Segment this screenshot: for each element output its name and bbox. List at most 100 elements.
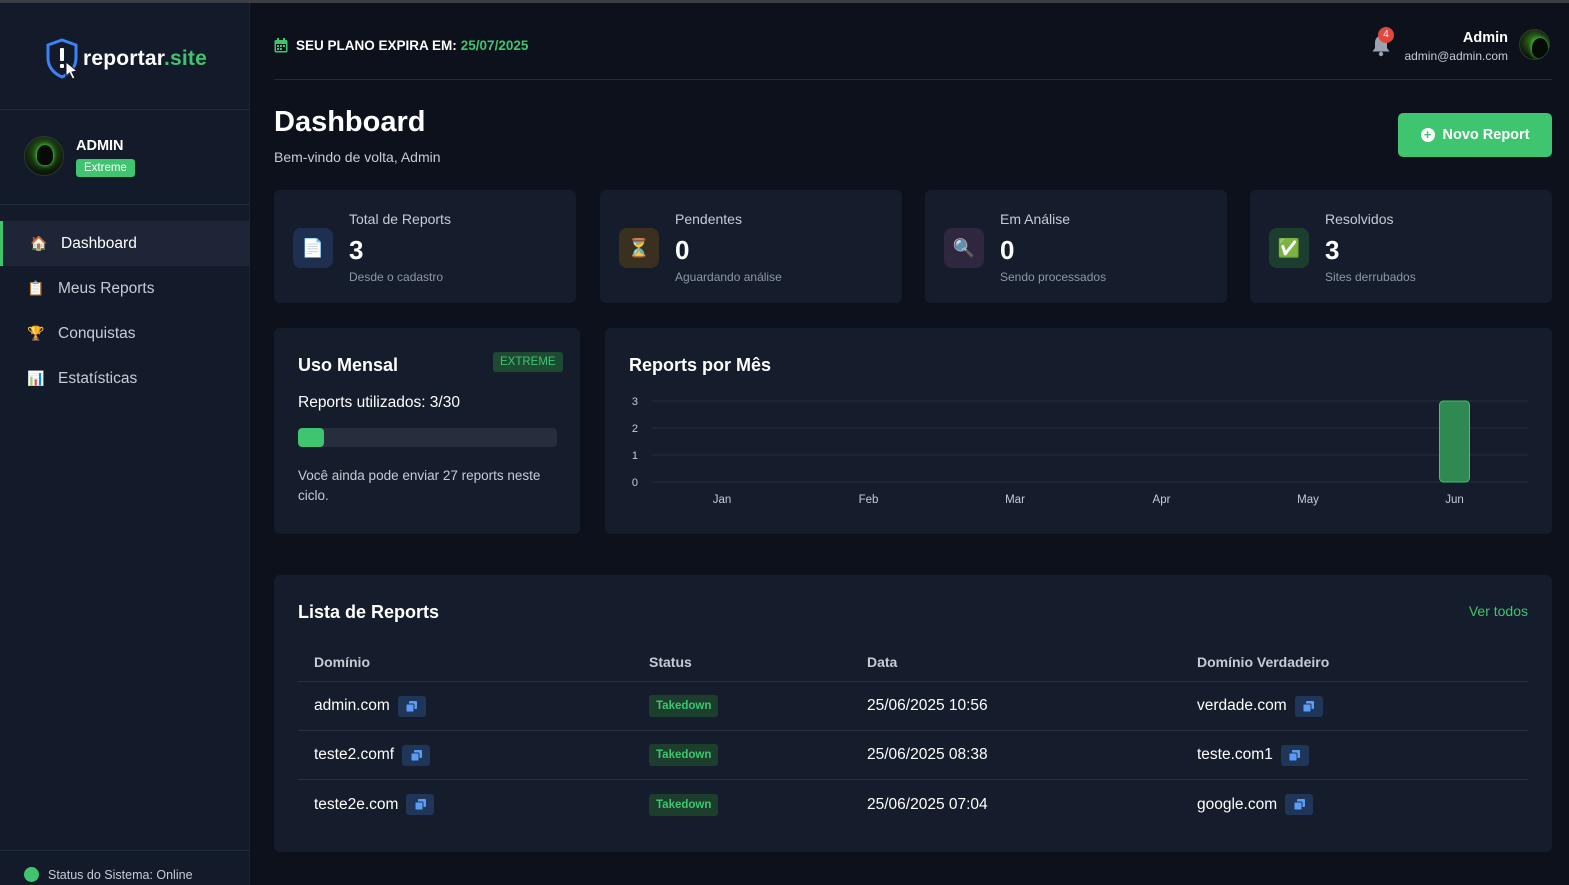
header-avatar[interactable] xyxy=(1519,29,1550,60)
usage-progress-fill xyxy=(298,428,324,447)
stat-label: Total de Reports xyxy=(349,211,451,227)
stat-card-resolvidos: ✅ Resolvidos 3 Sites derrubados xyxy=(1250,190,1552,303)
reports-list-card: Lista de Reports Ver todos Domínio Statu… xyxy=(274,575,1552,852)
stat-value: 3 xyxy=(1325,235,1340,265)
x-tick-label: Jun xyxy=(1445,494,1464,506)
stat-value: 0 xyxy=(675,235,690,265)
system-status-text: Status do Sistema: Online xyxy=(48,867,193,882)
system-status: Status do Sistema: Online xyxy=(24,867,193,882)
status-badge: Takedown xyxy=(649,793,719,816)
status-badge: Takedown xyxy=(649,695,719,717)
plan-expiry-date: 25/07/2025 xyxy=(460,38,529,53)
true-domain-cell: google.com xyxy=(1197,795,1278,813)
sidebar-item-meus-reports[interactable]: 📋 Meus Reports xyxy=(0,266,250,311)
sidebar-item-estatisticas[interactable]: 📊 Estatísticas xyxy=(0,356,250,401)
y-tick-label: 2 xyxy=(632,423,638,435)
date-cell: 25/06/2025 07:04 xyxy=(867,795,988,813)
y-tick-label: 0 xyxy=(632,477,638,489)
stat-card-em-analise: 🔍 Em Análise 0 Sendo processados xyxy=(925,190,1227,303)
header-user[interactable]: Admin admin@admin.com xyxy=(1404,30,1508,63)
new-report-button[interactable]: + Novo Report xyxy=(1398,113,1552,157)
avatar xyxy=(24,136,64,176)
copy-icon[interactable] xyxy=(406,794,435,815)
stat-label: Em Análise xyxy=(1000,211,1071,227)
list-title: Lista de Reports xyxy=(298,602,440,622)
header-divider xyxy=(274,79,1552,80)
column-header-status[interactable]: Status xyxy=(649,642,692,681)
table-header: Domínio Status Data Domínio Verdadeiro xyxy=(298,642,1528,682)
stat-label: Resolvidos xyxy=(1325,211,1394,227)
domain-cell: teste2e.com xyxy=(314,795,399,813)
x-tick-label: Feb xyxy=(859,494,879,506)
stat-value: 3 xyxy=(349,235,364,265)
column-header-true-domain[interactable]: Domínio Verdadeiro xyxy=(1197,642,1329,681)
usage-plan-badge: EXTREME xyxy=(493,352,563,372)
check-icon: ✅ xyxy=(1269,228,1309,268)
user-name: ADMIN xyxy=(76,138,124,154)
copy-icon[interactable] xyxy=(1280,744,1309,766)
table-row[interactable]: admin.com Takedown 25/06/2025 10:56 verd… xyxy=(298,682,1528,731)
brand-name-part1: reportar xyxy=(83,47,164,70)
sidebar-item-label: Meus Reports xyxy=(58,279,155,297)
plan-expiry-label: SEU PLANO EXPIRA EM: xyxy=(296,38,457,53)
sidebar-divider xyxy=(0,109,250,110)
stat-subtext: Sites derrubados xyxy=(1325,270,1416,284)
trophy-icon: 🏆 xyxy=(27,325,45,341)
sidebar: reportar.site ADMIN Extreme 🏠 Dashboard … xyxy=(0,3,250,885)
monthly-usage-card: Uso Mensal EXTREME Reports utilizados: 3… xyxy=(274,328,580,534)
y-tick-label: 1 xyxy=(632,450,638,462)
column-header-domain[interactable]: Domínio xyxy=(314,642,370,681)
sidebar-user: ADMIN Extreme xyxy=(24,136,135,177)
true-domain-cell: verdade.com xyxy=(1197,697,1287,714)
copy-icon[interactable] xyxy=(1294,695,1323,717)
stat-subtext: Sendo processados xyxy=(1000,270,1107,284)
chart-bar-jun[interactable] xyxy=(1439,400,1470,483)
notification-count-badge: 4 xyxy=(1378,27,1394,43)
document-icon: 📄 xyxy=(293,228,333,268)
sidebar-divider xyxy=(0,204,250,205)
page-title: Dashboard xyxy=(274,106,426,138)
copy-icon[interactable] xyxy=(402,744,431,766)
plan-badge: Extreme xyxy=(76,159,135,177)
stat-subtext: Aguardando análise xyxy=(675,270,782,284)
date-cell: 25/06/2025 10:56 xyxy=(867,697,988,714)
brand-logo[interactable]: reportar.site xyxy=(44,37,207,81)
plan-expiry: SEU PLANO EXPIRA EM: 25/07/2025 xyxy=(274,38,528,53)
new-report-label: Novo Report xyxy=(1442,127,1530,143)
sidebar-item-label: Dashboard xyxy=(61,234,137,252)
page-subtitle: Bem-vindo de volta, Admin xyxy=(274,149,441,165)
header-user-name: Admin xyxy=(1462,30,1508,46)
sidebar-item-dashboard[interactable]: 🏠 Dashboard xyxy=(0,221,250,266)
x-tick-label: Mar xyxy=(1005,494,1025,506)
sidebar-item-label: Conquistas xyxy=(58,324,136,342)
stat-card-pendentes: ⏳ Pendentes 0 Aguardando análise xyxy=(600,190,902,303)
status-dot-icon xyxy=(24,867,39,882)
usage-count-text: Reports utilizados: 3/30 xyxy=(298,394,460,411)
house-icon: 🏠 xyxy=(30,235,48,251)
date-cell: 25/06/2025 08:38 xyxy=(867,746,988,763)
column-header-date[interactable]: Data xyxy=(867,642,897,681)
calendar-icon xyxy=(274,38,288,53)
x-tick-label: May xyxy=(1297,494,1319,506)
x-tick-label: Apr xyxy=(1153,494,1171,506)
true-domain-cell: teste.com1 xyxy=(1197,746,1273,763)
stat-label: Pendentes xyxy=(675,211,742,227)
stat-card-total: 📄 Total de Reports 3 Desde o cadastro xyxy=(274,190,576,303)
table-row[interactable]: teste2.comf Takedown 25/06/2025 08:38 te… xyxy=(298,731,1528,780)
hourglass-icon: ⏳ xyxy=(619,228,659,268)
magnifier-icon: 🔍 xyxy=(944,228,984,268)
plus-circle-icon: + xyxy=(1420,128,1435,142)
domain-cell: teste2.comf xyxy=(314,746,395,763)
status-badge: Takedown xyxy=(649,744,719,766)
reports-per-month-card: Reports por Mês 0 1 2 3 Jan Feb Mar Apr May Jun xyxy=(605,328,1552,534)
header-user-email: admin@admin.com xyxy=(1404,49,1508,63)
view-all-link[interactable]: Ver todos xyxy=(1469,603,1528,619)
stat-subtext: Desde o cadastro xyxy=(349,270,444,284)
copy-icon[interactable] xyxy=(397,695,426,717)
usage-title: Uso Mensal xyxy=(298,355,399,375)
clipboard-icon: 📋 xyxy=(27,280,45,296)
sidebar-item-conquistas[interactable]: 🏆 Conquistas xyxy=(0,311,250,356)
brand-name-part2: .site xyxy=(163,47,207,70)
table-row[interactable]: teste2e.com Takedown 25/06/2025 07:04 go… xyxy=(298,780,1528,829)
copy-icon[interactable] xyxy=(1285,794,1314,815)
